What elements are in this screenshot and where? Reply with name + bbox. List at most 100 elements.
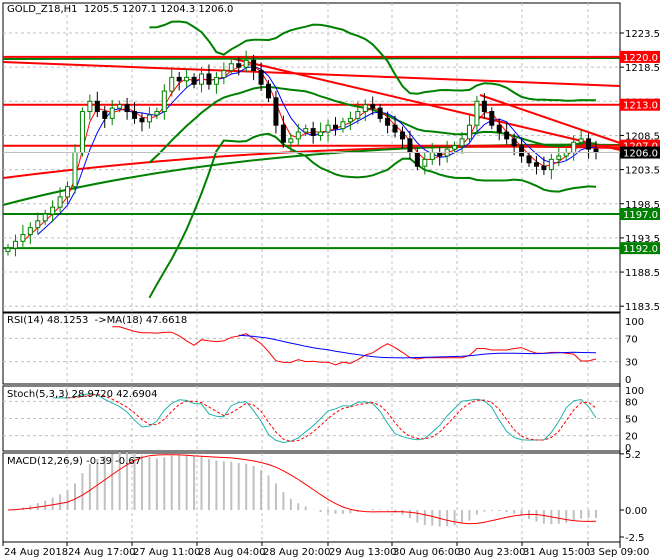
candle-body: [332, 124, 338, 130]
candle-body: [191, 76, 197, 85]
candle-body: [392, 124, 398, 133]
candle-body: [303, 128, 309, 133]
candle-body: [429, 152, 435, 160]
candle-body: [548, 158, 554, 171]
candle-body: [132, 111, 138, 119]
candle-body: [5, 247, 11, 253]
price-axis-label: 1223.5: [625, 29, 660, 40]
candle-body: [288, 138, 294, 143]
stoch-axis-label: 100: [625, 386, 644, 397]
candle-body: [295, 131, 301, 140]
candle-body: [243, 59, 249, 68]
candle-body: [161, 90, 167, 113]
price-level-label: 1192.0: [623, 244, 658, 255]
candle-body: [42, 213, 48, 222]
candle-body: [27, 227, 33, 235]
time-label: 28 Aug 04:00: [198, 547, 265, 558]
stoch-axis-label: 50: [625, 415, 638, 426]
time-label: 24 Aug 17:00: [68, 547, 135, 558]
candle-body: [355, 111, 361, 119]
candle-body: [310, 128, 316, 136]
macd-axis-label: -2.5: [625, 533, 645, 544]
stoch-axis-label: 80: [625, 397, 638, 408]
candle-body: [169, 76, 175, 92]
candle-body: [407, 138, 413, 154]
trend-line: [2, 61, 621, 87]
candle-body: [437, 152, 443, 157]
rsi-axis-label: 70: [625, 334, 638, 345]
candle-body: [422, 158, 428, 167]
candle-body: [414, 152, 420, 167]
candle-body: [586, 138, 592, 150]
candle-body: [72, 152, 78, 188]
candle-body: [273, 97, 279, 126]
candle-body: [489, 111, 495, 126]
candle-body: [109, 107, 115, 119]
candle-body: [20, 233, 26, 242]
price-axis-label: 1203.5: [625, 166, 660, 177]
time-label: 27 Aug 11:00: [133, 547, 200, 558]
candle-body: [206, 73, 212, 85]
candle-body: [481, 100, 487, 113]
time-label: 31 Aug 15:00: [523, 547, 590, 558]
rsi-axis-label: 30: [625, 358, 638, 369]
candle-body: [57, 196, 63, 208]
candle-body: [474, 100, 480, 126]
candle-body: [199, 73, 205, 85]
trading-chart[interactable]: 24 Aug 2018 24 Aug 17:0027 Aug 11:0028 Au…: [0, 0, 660, 560]
candle-body: [347, 117, 353, 123]
candle-body: [496, 124, 502, 133]
price-axis-label: 1218.5: [625, 63, 660, 74]
stoch-axis-label: 20: [625, 432, 638, 443]
candle-body: [556, 155, 562, 160]
candle-body: [377, 107, 383, 119]
rsi-axis-label: 0: [625, 375, 631, 386]
candle-body: [221, 70, 227, 78]
candle-body: [280, 124, 286, 143]
candle-body: [511, 138, 517, 147]
candle-body: [236, 63, 242, 68]
candle-body: [154, 111, 160, 116]
trend-line-green: [2, 57, 621, 60]
candle-body: [385, 117, 391, 126]
candle-body: [452, 145, 458, 150]
candle-body: [228, 63, 234, 72]
candle-body: [563, 152, 569, 157]
candle-body: [124, 104, 130, 113]
macd-axis-label: 0.00: [625, 506, 647, 517]
candle-body: [102, 111, 108, 119]
macd-header: MACD(12,26,9) -0.39 -0.67: [7, 456, 142, 467]
candle-body: [117, 104, 123, 109]
candle-body: [526, 155, 532, 164]
candle-body: [340, 121, 346, 130]
candle-body: [593, 148, 599, 154]
price-axis-label: 1188.5: [625, 268, 660, 279]
candle-body: [184, 76, 190, 82]
candle-body: [176, 76, 182, 82]
time-label: 24 Aug 2018: [4, 547, 68, 558]
candle-body: [533, 162, 539, 167]
time-label: 30 Aug 06:00: [393, 547, 460, 558]
candle-body: [541, 165, 547, 171]
rsi-header: RSI(14) 48.1253 ->MA(18) 47.6618: [7, 315, 188, 326]
time-label: 3 Sep 09:00: [589, 547, 649, 558]
candle-body: [12, 240, 18, 249]
candle-body: [50, 206, 56, 215]
candle-body: [87, 100, 93, 113]
time-label: 29 Aug 13:00: [329, 547, 396, 558]
candle-body: [266, 83, 272, 99]
candle-body: [251, 59, 257, 72]
symbol-header: GOLD_Z18,H1 1205.5 1207.1 1204.3 1206.0: [7, 4, 234, 15]
candle-body: [94, 100, 100, 113]
candle-body: [519, 145, 525, 157]
stoch-header: Stoch(5,3,3) 28.9720 42.6904: [7, 389, 158, 400]
candle-body: [65, 186, 71, 198]
candle-body: [318, 131, 324, 136]
candle-body: [35, 220, 41, 229]
stoch-signal-line: [67, 393, 597, 442]
rsi-line: [112, 326, 597, 366]
candle-body: [146, 114, 152, 123]
candle-body: [578, 138, 584, 143]
price-level-label: 1220.0: [623, 53, 658, 64]
candle-body: [139, 117, 145, 123]
